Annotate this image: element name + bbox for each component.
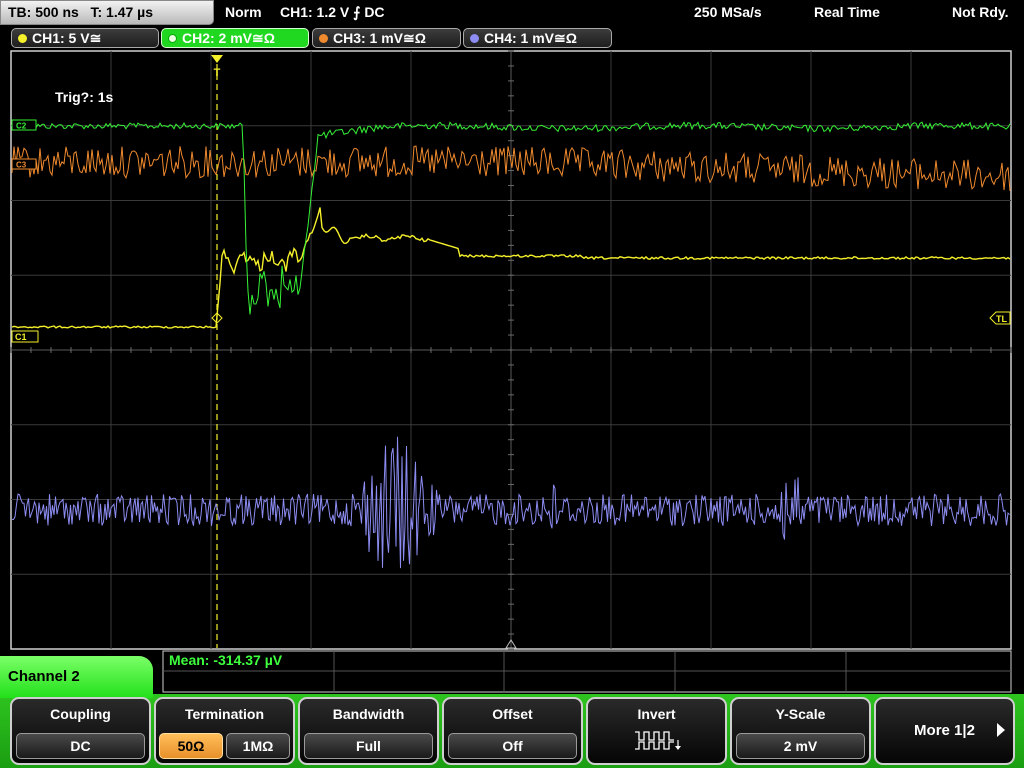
coupling-title: Coupling <box>50 706 111 722</box>
channel-tab-ch3[interactable]: CH3: 1 mV≅Ω <box>312 28 461 48</box>
ch2-offset-marker[interactable]: C2 <box>11 119 37 131</box>
invert-softkey[interactable]: Invert <box>586 697 727 765</box>
ch3-color-dot-icon <box>319 34 328 43</box>
channel-tab-label: CH2: 2 mV≅Ω <box>182 30 275 46</box>
yscale-softkey[interactable]: Y-Scale 2 mV <box>730 697 871 765</box>
channel-tab-ch1[interactable]: CH1: 5 V≅ <box>11 28 159 48</box>
channel-tab-ch2[interactable]: CH2: 2 mV≅Ω <box>161 28 309 48</box>
yscale-title: Y-Scale <box>775 706 826 722</box>
termination-title: Termination <box>184 706 265 722</box>
termination-1mohm-button[interactable]: 1MΩ <box>226 733 290 759</box>
mean-measurement[interactable]: Mean: -314.37 µV <box>169 652 282 668</box>
coupling-softkey[interactable]: Coupling DC <box>10 697 151 765</box>
more-label: More 1|2 <box>914 722 975 739</box>
top-status-bar: TB: 500 ns T: 1.47 µs Norm CH1: 1.2 V ⨍ … <box>0 0 1024 25</box>
ch2-marker-label: C2 <box>16 122 27 131</box>
channel-tab-label: CH4: 1 mV≅Ω <box>484 30 577 46</box>
timebase-label: TB: 500 ns <box>8 4 79 20</box>
more-softkey[interactable]: More 1|2 <box>874 697 1015 765</box>
trigger-setting-label[interactable]: CH1: 1.2 V ⨍ DC <box>280 0 385 24</box>
measurement-area <box>162 650 1012 693</box>
ch1-offset-marker[interactable]: C1 <box>11 330 39 343</box>
next-page-arrow-icon <box>997 723 1005 737</box>
channel-tab-label: CH1: 5 V≅ <box>32 30 102 46</box>
acquisition-mode-label[interactable]: Real Time <box>814 0 880 24</box>
yscale-value-button[interactable]: 2 mV <box>736 733 865 759</box>
ch4-color-dot-icon <box>470 34 479 43</box>
ch2-color-dot-icon <box>168 34 177 43</box>
bandwidth-value-button[interactable]: Full <box>304 733 433 759</box>
trigger-status-label: Not Rdy. <box>952 4 1009 20</box>
bandwidth-title: Bandwidth <box>332 706 405 722</box>
channel-menu-tab[interactable]: Channel 2 <box>0 656 153 698</box>
trigger-position-label: T <box>214 67 221 79</box>
coupling-value-button[interactable]: DC <box>16 733 145 759</box>
trigger-time-label: T: 1.47 µs <box>90 4 154 20</box>
termination-softkey[interactable]: Termination 50Ω 1MΩ <box>154 697 295 765</box>
invert-title: Invert <box>637 706 676 722</box>
channel-tab-ch4[interactable]: CH4: 1 mV≅Ω <box>463 28 612 48</box>
ch1-marker-label: C1 <box>15 332 27 342</box>
channel-menu-label: Channel 2 <box>8 668 80 685</box>
bandwidth-softkey[interactable]: Bandwidth Full <box>298 697 439 765</box>
invert-waveform-icon <box>635 731 681 750</box>
trigger-level-label: TL <box>996 314 1007 324</box>
ch1-color-dot-icon <box>18 34 27 43</box>
trigger-mode-label[interactable]: Norm <box>225 0 262 24</box>
offset-title: Offset <box>492 706 533 722</box>
timebase-box[interactable]: TB: 500 ns T: 1.47 µs <box>0 0 214 25</box>
termination-50ohm-button[interactable]: 50Ω <box>159 733 223 759</box>
ch3-marker-label: C3 <box>16 161 27 170</box>
ch3-offset-marker[interactable]: C3 <box>11 158 37 170</box>
offset-value-button[interactable]: Off <box>448 733 577 759</box>
channel-tab-label: CH3: 1 mV≅Ω <box>333 30 426 46</box>
offset-softkey[interactable]: Offset Off <box>442 697 583 765</box>
sample-rate-label: 250 MSa/s <box>694 4 762 20</box>
waveform-display[interactable]: T C2 C3 C1 TL Trig?: 1s <box>0 50 1024 650</box>
trigger-status-text: Trig?: 1s <box>55 89 114 105</box>
